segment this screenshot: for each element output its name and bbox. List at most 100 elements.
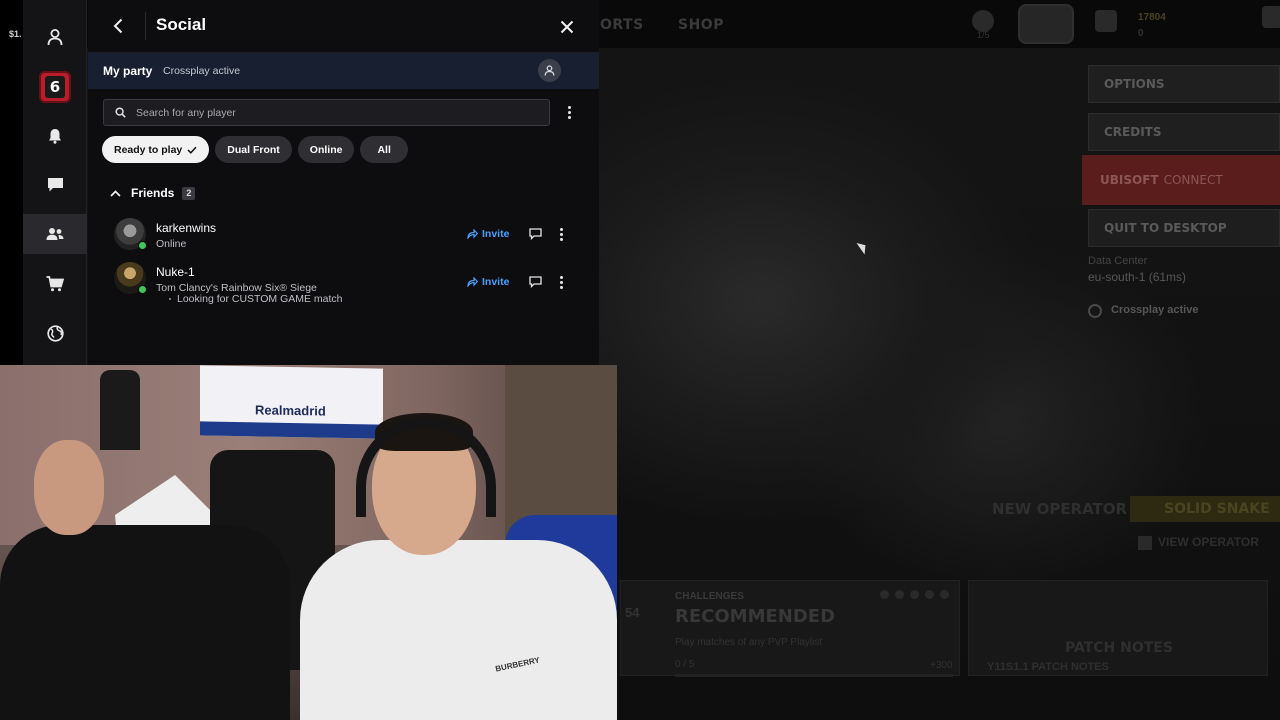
close-button[interactable] bbox=[557, 17, 577, 37]
challenges-description: Play matches of any PVP Playlist bbox=[675, 637, 823, 648]
friend-more-options-icon[interactable] bbox=[553, 273, 569, 291]
ubisoft-connect-button[interactable]: UBISOFT CONNECT bbox=[1082, 155, 1280, 205]
squad-icon[interactable] bbox=[972, 10, 994, 32]
rainbow-six-logo[interactable]: 6 bbox=[23, 67, 87, 107]
store-icon[interactable] bbox=[23, 264, 87, 304]
friend-name: karkenwins bbox=[156, 221, 217, 235]
filter-online[interactable]: Online bbox=[297, 136, 355, 163]
webcam-flag: Realmadrid bbox=[200, 365, 383, 439]
chevron-left-icon bbox=[113, 18, 123, 34]
search-input[interactable] bbox=[136, 106, 536, 119]
panel-title: Social bbox=[156, 15, 207, 34]
friend-more-options-icon[interactable] bbox=[553, 225, 569, 243]
overlay-sidebar: 6 bbox=[23, 0, 87, 365]
friends-icon[interactable] bbox=[23, 214, 87, 254]
game-nav-sports[interactable]: ORTS bbox=[600, 17, 644, 33]
challenges-title: RECOMMENDED bbox=[675, 606, 836, 627]
key-hint-icon bbox=[1138, 535, 1152, 550]
profile-icon[interactable] bbox=[23, 17, 87, 57]
renown-balance: 17804 bbox=[1138, 12, 1166, 23]
filter-all[interactable]: All bbox=[360, 136, 408, 163]
filter-chips: Ready to play Dual Front Online All bbox=[102, 136, 408, 163]
filter-ready-label: Ready to play bbox=[114, 143, 183, 156]
presence-online-icon bbox=[138, 285, 147, 294]
invite-button[interactable]: Invite bbox=[467, 228, 509, 240]
invite-icon bbox=[467, 277, 478, 287]
party-label: My party bbox=[103, 64, 153, 78]
screen: ORTS SHOP 1/5 17804 0 OPTIONS CREDITS UB… bbox=[0, 0, 1280, 720]
challenges-progress: 0 / 5 bbox=[675, 659, 695, 670]
filter-ready-to-play[interactable]: Ready to play bbox=[102, 136, 210, 163]
challenges-number: 54 bbox=[625, 605, 640, 620]
invite-label: Invite bbox=[482, 276, 510, 288]
data-center-label: Data Center bbox=[1088, 255, 1148, 267]
friends-label: Friends bbox=[131, 186, 175, 200]
crossplay-status: Crossplay active bbox=[1111, 304, 1199, 316]
options-button[interactable]: OPTIONS bbox=[1088, 65, 1280, 103]
friend-name: Nuke-1 bbox=[156, 265, 195, 279]
player-search-field[interactable] bbox=[103, 99, 550, 126]
friend-row[interactable]: Nuke-1 Tom Clancy's Rainbow Six® Siege L… bbox=[110, 262, 580, 306]
view-operator-label: VIEW OPERATOR bbox=[1158, 535, 1259, 549]
message-icon[interactable] bbox=[528, 227, 542, 241]
more-options-icon[interactable] bbox=[561, 103, 577, 121]
player-emblem[interactable] bbox=[1018, 4, 1074, 44]
view-operator-button[interactable]: VIEW OPERATOR bbox=[1138, 535, 1259, 550]
chevron-up-icon bbox=[108, 186, 122, 200]
ubisoft-connect-label-a: UBISOFT bbox=[1100, 173, 1159, 187]
webcam-person-left-head bbox=[34, 440, 104, 535]
webcam-person-left bbox=[0, 525, 290, 720]
ubisoft-connect-label-b: CONNECT bbox=[1163, 173, 1223, 187]
friend-row[interactable]: karkenwins Online Invite bbox=[110, 218, 580, 262]
invite-label: Invite bbox=[482, 228, 510, 240]
message-icon[interactable] bbox=[528, 275, 542, 289]
friend-status: Online bbox=[156, 238, 187, 250]
invite-icon bbox=[467, 229, 478, 239]
chat-icon[interactable] bbox=[23, 165, 87, 205]
squad-count: 1/5 bbox=[977, 30, 990, 40]
close-icon bbox=[560, 20, 574, 34]
challenges-progress-bar bbox=[675, 674, 953, 677]
party-member-avatar[interactable] bbox=[538, 59, 561, 82]
webcam-person-right bbox=[300, 540, 617, 720]
check-icon bbox=[187, 146, 197, 154]
friends-section-header[interactable]: Friends 2 bbox=[108, 186, 196, 200]
new-operator-label: NEW OPERATOR bbox=[992, 500, 1128, 518]
notifications-icon[interactable] bbox=[23, 116, 87, 156]
credits-button[interactable]: CREDITS bbox=[1088, 113, 1280, 151]
patch-notes-subtitle: Y11S1.1 PATCH NOTES bbox=[987, 661, 1109, 673]
party-crossplay-status: Crossplay active bbox=[163, 65, 241, 77]
game-icon: 6 bbox=[39, 71, 71, 103]
social-panel: Social My party Crossplay active Ready t… bbox=[88, 0, 599, 365]
presence-online-icon bbox=[138, 241, 147, 250]
operator-name-banner[interactable]: SOLID SNAKE bbox=[1130, 496, 1280, 522]
friend-activity: Looking for CUSTOM GAME match bbox=[169, 293, 343, 305]
overlay-edge: $1. bbox=[0, 0, 23, 365]
challenges-label: CHALLENGES bbox=[675, 591, 744, 602]
header-divider bbox=[145, 12, 146, 40]
patch-notes-title: PATCH NOTES bbox=[1065, 640, 1173, 656]
friend-activity-text: Looking for CUSTOM GAME match bbox=[177, 293, 343, 305]
crossplay-icon bbox=[1088, 304, 1102, 318]
user-icon bbox=[544, 65, 555, 76]
my-party-bar[interactable]: My party Crossplay active bbox=[88, 53, 599, 89]
credits-balance: 0 bbox=[1138, 28, 1144, 39]
search-icon bbox=[114, 107, 126, 119]
flag-text: Realmadrid bbox=[255, 402, 326, 419]
panel-header: Social bbox=[88, 0, 599, 53]
settings-icon[interactable] bbox=[1262, 6, 1280, 28]
edge-label: $1. bbox=[9, 29, 22, 39]
globe-icon[interactable] bbox=[23, 313, 87, 353]
carousel-dots[interactable] bbox=[880, 590, 949, 599]
back-button[interactable] bbox=[108, 16, 128, 36]
game-nav-shop[interactable]: SHOP bbox=[678, 17, 724, 33]
webcam-coat bbox=[100, 370, 140, 450]
filter-dual-front[interactable]: Dual Front bbox=[215, 136, 292, 163]
friends-count-badge: 2 bbox=[182, 186, 196, 200]
invite-button[interactable]: Invite bbox=[467, 276, 509, 288]
challenges-reward: +300 bbox=[930, 660, 953, 671]
quit-to-desktop-button[interactable]: QUIT TO DESKTOP bbox=[1088, 209, 1280, 247]
game-icon-glyph: 6 bbox=[45, 76, 65, 98]
webcam-overlay: Realmadrid BURBERRY bbox=[0, 365, 617, 720]
inventory-icon[interactable] bbox=[1095, 10, 1117, 32]
